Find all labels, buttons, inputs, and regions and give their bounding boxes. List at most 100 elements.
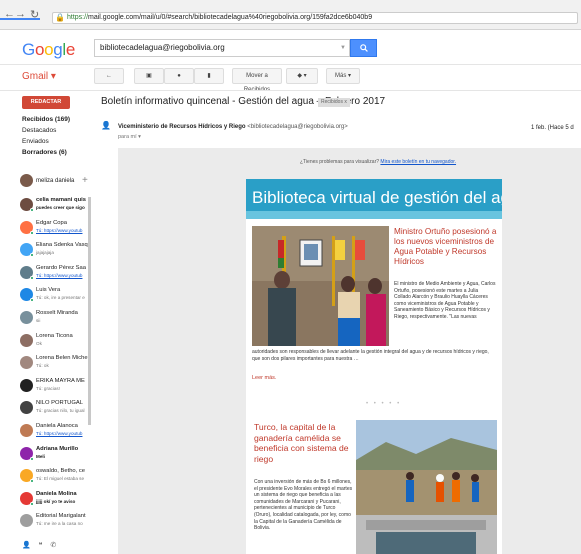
avatar <box>20 401 33 415</box>
trash-icon: ▮ <box>207 73 211 79</box>
hangouts-contact[interactable]: Edgar Copa Tú: https://www.youtub <box>20 218 88 242</box>
labels-button[interactable]: ◆ ▾ <box>286 68 318 84</box>
sender-avatar-icon: 👤 <box>101 121 111 130</box>
inbox-label-chip[interactable]: Recibidos x <box>318 98 350 107</box>
search-options-icon[interactable]: ▼ <box>340 39 350 57</box>
compose-button[interactable]: REDACTAR <box>22 96 70 109</box>
hangouts-contact[interactable]: Lorena Ticona Ok <box>20 331 88 355</box>
view-in-browser-link[interactable]: Mira este boletín en tu navegador. <box>380 159 456 165</box>
article1-text: El ministro de Medio Ambiente y Agua, Ca… <box>394 281 496 320</box>
back-to-list-button[interactable]: ← <box>94 68 124 84</box>
contact-last-message: Ok <box>36 340 42 346</box>
article2-photo[interactable] <box>356 420 497 554</box>
online-status-icon <box>30 501 34 506</box>
hangouts-contact[interactable]: Editorial Marigalant Tú: me ire a la casa… <box>20 511 88 535</box>
ceremony-photo-illustration <box>252 226 389 346</box>
person-icon[interactable]: 👤 <box>22 542 31 549</box>
google-logo[interactable]: Google <box>22 40 75 60</box>
read-more-link[interactable]: Leer más. <box>252 375 276 381</box>
view-problem-text: ¿Tienes problemas para visualizar? <box>300 159 380 165</box>
contact-name: Lorena Ticona <box>36 332 73 339</box>
contact-last-message: Tú: me ire a la casa no <box>36 521 83 527</box>
sender-name[interactable]: Viceministerio de Recursos Hídricos y Ri… <box>118 124 246 130</box>
avatar <box>20 514 33 528</box>
report-spam-button[interactable]: ● <box>164 68 194 84</box>
folder-drafts[interactable]: Borradores (6) <box>22 149 67 156</box>
contact-last-message: puedes creer que sigo <box>36 205 85 210</box>
loading-bar <box>0 18 40 20</box>
hangouts-contact[interactable]: Rosselt Miranda sii <box>20 308 88 332</box>
avatar <box>20 333 33 347</box>
hangouts-contact[interactable]: Gerardo Pérez Saa Tú: https://www.youtub <box>20 263 88 287</box>
delete-button[interactable]: ▮ <box>194 68 224 84</box>
url-scheme: https:// <box>67 14 89 21</box>
contacts-scrollbar[interactable] <box>88 197 91 425</box>
address-bar[interactable]: 🔒 https://mail.google.com/mail/u/0/#sear… <box>52 12 578 24</box>
article1-headline[interactable]: Ministro Ortuño posesionó a los nuevos v… <box>394 227 502 267</box>
move-to-inbox-button[interactable]: Mover a Recibidos <box>232 68 282 93</box>
contact-last-message: Tú: ok, ire a presentar e <box>36 295 85 301</box>
newsletter: Biblioteca virtual de gestión del agua M… <box>246 179 502 554</box>
url-path: mail.google.com/mail/u/0/#search/bibliot… <box>88 14 373 21</box>
avatar <box>20 378 33 392</box>
banner-wave-decoration <box>246 211 502 219</box>
sender-email: <bibliotecadelagua@riegobolivia.org> <box>247 124 348 130</box>
contact-last-message: Meli <box>36 453 45 459</box>
search-button[interactable] <box>350 39 377 57</box>
contact-name: Gerardo Pérez Saa <box>36 264 86 271</box>
hangouts-contact[interactable]: ERIKA MAYRA ME Tú: gracias! <box>20 376 88 400</box>
contact-last-message: sii <box>36 318 41 323</box>
contact-name: NILO PORTUGAL <box>36 400 83 407</box>
phone-icon[interactable]: ✆ <box>50 542 56 549</box>
hangouts-contact[interactable]: NILO PORTUGAL Tú: gracias nilo, tu igual <box>20 398 88 422</box>
contact-name: celia mamani quis <box>36 197 86 203</box>
contact-last-message: Tú: https://www.youtub <box>36 227 83 233</box>
archive-button[interactable]: ▣ <box>134 68 164 84</box>
hangouts-contact[interactable]: Lorena Belen Miche Tú: ok <box>20 353 88 377</box>
article1-photo[interactable] <box>252 226 389 346</box>
contact-name: Edgar Copa <box>36 219 67 226</box>
online-status-icon <box>30 298 34 303</box>
avatar <box>20 424 33 437</box>
header-divider <box>0 64 581 65</box>
online-status-icon <box>30 253 34 258</box>
spam-icon: ● <box>177 73 181 79</box>
contact-name: Eliana Sdenka Vasq <box>36 242 88 249</box>
folder-starred[interactable]: Destacados <box>22 127 56 134</box>
contact-name: Rosselt Miranda <box>36 310 78 316</box>
recipient-details[interactable]: para mí ▾ <box>118 134 141 140</box>
newsletter-banner: Biblioteca virtual de gestión del agua <box>246 179 502 219</box>
contact-last-message: Tú: El miguel estaba se <box>36 476 85 482</box>
contact-name: oswaldo, Betho, ce <box>36 468 85 475</box>
self-name: meliza daniela <box>36 178 75 184</box>
article2-headline[interactable]: Turco, la capital de la ganadería caméli… <box>254 422 354 464</box>
online-status-icon <box>30 479 34 484</box>
folder-inbox[interactable]: Recibidos (169) <box>22 116 70 123</box>
label-tag-icon: ◆ ▾ <box>297 73 307 79</box>
hangouts-icon[interactable]: ❝ <box>39 542 43 549</box>
section-divider-dots: • • • • • <box>366 401 402 407</box>
hangouts-contact[interactable]: Daniela Molina jjjjj okí yo te aviso <box>20 489 88 513</box>
contact-name: Luis Vera <box>36 287 61 294</box>
contact-name: Daniela Alanoca <box>36 423 78 429</box>
avatar <box>20 174 33 187</box>
online-status-icon <box>30 275 34 280</box>
gmail-menu[interactable]: Gmail ▾ <box>22 71 56 82</box>
online-status-icon <box>30 230 34 235</box>
avatar <box>20 356 33 370</box>
new-conversation-icon[interactable]: + <box>82 175 88 186</box>
search-input[interactable]: bibliotecadelagua@riegobolivia.org <box>94 39 350 57</box>
hangouts-contact[interactable]: Eliana Sdenka Vasq jajajajaja <box>20 240 88 264</box>
hangouts-self[interactable]: meliza daniela + <box>20 172 96 190</box>
banner-title: Biblioteca virtual de gestión del agua <box>252 188 502 207</box>
contact-name: Daniela Molina <box>36 490 77 497</box>
hangouts-contact[interactable]: Daniela Alanoca Tú: https://www.youtub <box>20 421 88 445</box>
hangouts-contact[interactable]: Luis Vera Tú: ok, ire a presentar e <box>20 285 88 309</box>
folder-sent[interactable]: Enviados <box>22 138 49 145</box>
hangouts-contact[interactable]: Adriana Murillo Meli <box>20 444 88 468</box>
hangouts-contact[interactable]: celia mamani quis puedes creer que sigo <box>20 195 88 219</box>
hangouts-contact[interactable]: oswaldo, Betho, ce Tú: El miguel estaba s… <box>20 466 88 490</box>
more-button[interactable]: Más ▾ <box>326 68 360 84</box>
toolbar-divider <box>0 90 581 91</box>
contact-last-message: Tú: https://www.youtub <box>36 272 83 278</box>
